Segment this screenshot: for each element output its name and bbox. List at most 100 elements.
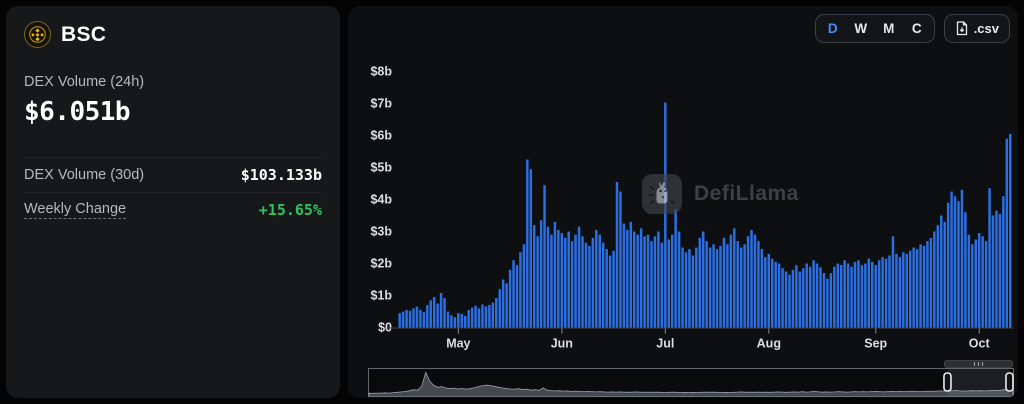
volume-bar[interactable]: [699, 238, 701, 328]
volume-bar[interactable]: [847, 264, 849, 328]
volume-bar[interactable]: [398, 313, 400, 327]
volume-bar[interactable]: [498, 289, 500, 327]
volume-bar[interactable]: [895, 254, 897, 328]
volume-bar[interactable]: [592, 238, 594, 328]
volume-bar[interactable]: [840, 265, 842, 327]
volume-bar[interactable]: [933, 232, 935, 328]
download-csv-button[interactable]: .csv: [944, 14, 1010, 43]
volume-bar[interactable]: [554, 222, 556, 328]
volume-bar[interactable]: [788, 275, 790, 328]
volume-bar[interactable]: [561, 233, 563, 327]
interval-button-w[interactable]: W: [847, 15, 875, 42]
volume-bar[interactable]: [730, 235, 732, 328]
volume-bar[interactable]: [771, 259, 773, 328]
volume-bar[interactable]: [640, 228, 642, 327]
volume-bar[interactable]: [471, 308, 473, 328]
volume-bar[interactable]: [736, 241, 738, 327]
volume-bar[interactable]: [516, 265, 518, 327]
volume-bar[interactable]: [678, 232, 680, 328]
volume-bar[interactable]: [533, 225, 535, 327]
volume-bar[interactable]: [681, 248, 683, 328]
volume-bar[interactable]: [981, 236, 983, 327]
volume-bar[interactable]: [550, 235, 552, 328]
volume-bar[interactable]: [405, 310, 407, 328]
volume-bar[interactable]: [416, 307, 418, 328]
volume-bar[interactable]: [1002, 196, 1004, 327]
volume-bar[interactable]: [930, 238, 932, 328]
weekly-change-label[interactable]: Weekly Change: [24, 201, 126, 219]
brush-handle-left[interactable]: [944, 373, 951, 391]
volume-bar[interactable]: [536, 236, 538, 327]
volume-bar[interactable]: [823, 273, 825, 327]
volume-bar[interactable]: [833, 267, 835, 328]
volume-bar[interactable]: [985, 241, 987, 327]
volume-bar[interactable]: [968, 235, 970, 328]
brush-handle-right[interactable]: [1006, 373, 1013, 391]
timeline-brush[interactable]: [368, 360, 1014, 398]
volume-bar[interactable]: [785, 272, 787, 328]
volume-bar[interactable]: [674, 209, 676, 327]
volume-bar[interactable]: [802, 268, 804, 327]
volume-bar[interactable]: [719, 246, 721, 328]
volume-bar[interactable]: [919, 244, 921, 327]
volume-bar[interactable]: [837, 264, 839, 328]
volume-bar[interactable]: [995, 211, 997, 328]
volume-bar[interactable]: [685, 252, 687, 327]
volume-bar[interactable]: [440, 293, 442, 328]
volume-bar[interactable]: [461, 314, 463, 327]
volume-bar[interactable]: [971, 244, 973, 327]
volume-bar[interactable]: [809, 267, 811, 328]
volume-bar[interactable]: [912, 248, 914, 328]
volume-bar[interactable]: [768, 254, 770, 328]
volume-bar[interactable]: [526, 160, 528, 328]
volume-bar[interactable]: [402, 312, 404, 328]
volume-bar[interactable]: [857, 260, 859, 327]
volume-bar[interactable]: [668, 240, 670, 328]
volume-bar[interactable]: [464, 316, 466, 328]
volume-bar[interactable]: [467, 310, 469, 328]
volume-bar[interactable]: [688, 249, 690, 327]
volume-bar[interactable]: [778, 264, 780, 328]
volume-bar[interactable]: [616, 182, 618, 328]
volume-bar[interactable]: [447, 312, 449, 328]
volume-bar[interactable]: [623, 224, 625, 328]
volume-bar[interactable]: [947, 203, 949, 328]
volume-bar[interactable]: [429, 300, 431, 327]
volume-bar[interactable]: [609, 256, 611, 328]
volume-bar[interactable]: [854, 262, 856, 328]
volume-bar[interactable]: [626, 230, 628, 328]
volume-bar[interactable]: [612, 251, 614, 328]
volume-bar[interactable]: [423, 312, 425, 327]
volume-bar[interactable]: [585, 243, 587, 328]
volume-bar[interactable]: [740, 248, 742, 328]
volume-bar[interactable]: [633, 232, 635, 328]
volume-bar[interactable]: [761, 249, 763, 327]
volume-bar[interactable]: [978, 233, 980, 327]
volume-bar[interactable]: [709, 248, 711, 328]
volume-bar[interactable]: [909, 251, 911, 328]
volume-bar[interactable]: [747, 236, 749, 327]
volume-bar[interactable]: [695, 248, 697, 328]
volume-bar[interactable]: [906, 254, 908, 328]
volume-bar[interactable]: [547, 227, 549, 328]
volume-bar[interactable]: [564, 238, 566, 328]
volume-bar[interactable]: [519, 252, 521, 327]
volume-bar[interactable]: [812, 260, 814, 327]
volume-bar[interactable]: [843, 260, 845, 327]
volume-bar[interactable]: [764, 257, 766, 327]
volume-bar[interactable]: [826, 279, 828, 328]
volume-bar[interactable]: [774, 262, 776, 328]
volume-bar[interactable]: [864, 264, 866, 328]
volume-bar[interactable]: [523, 244, 525, 327]
volume-bar[interactable]: [595, 230, 597, 328]
volume-bar[interactable]: [712, 244, 714, 327]
volume-bar[interactable]: [602, 243, 604, 328]
volume-bar[interactable]: [923, 246, 925, 328]
volume-bar[interactable]: [868, 259, 870, 328]
volume-bar[interactable]: [485, 306, 487, 327]
volume-bar[interactable]: [702, 232, 704, 328]
volume-bar[interactable]: [943, 222, 945, 328]
volume-bar[interactable]: [757, 241, 759, 327]
brush-selection[interactable]: [947, 369, 1009, 396]
volume-bar[interactable]: [502, 280, 504, 328]
